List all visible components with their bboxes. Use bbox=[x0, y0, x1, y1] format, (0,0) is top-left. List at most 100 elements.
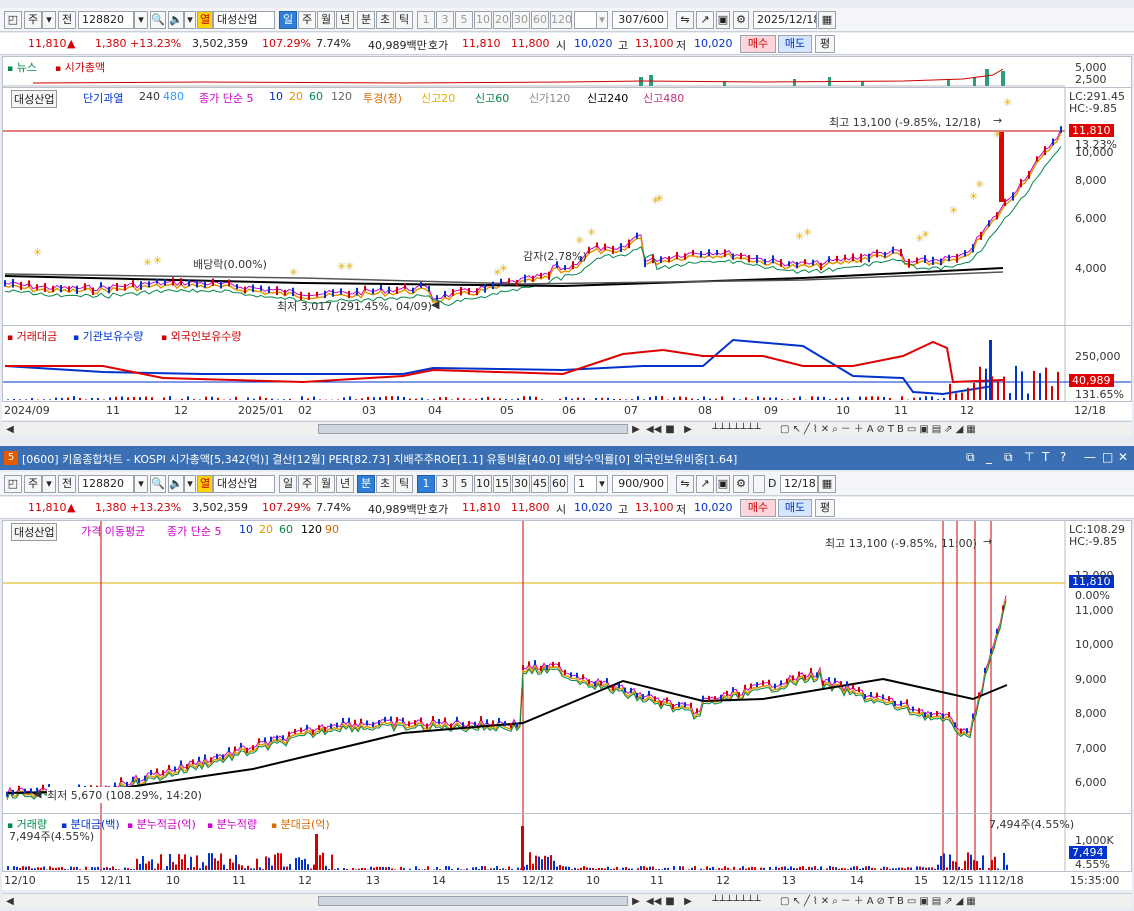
market-dropdown-icon[interactable]: ▾ bbox=[42, 475, 56, 493]
text-icon[interactable]: T bbox=[1042, 450, 1049, 464]
scroll-right-icon[interactable]: ▶ bbox=[630, 896, 642, 908]
interval-60[interactable]: 60 bbox=[550, 475, 568, 493]
period-tick[interactable]: 틱 bbox=[395, 11, 413, 29]
market-select[interactable]: 주 bbox=[24, 11, 42, 29]
chart-window-titlebar[interactable]: 5 [0600] 키움종합차트 - KOSPI 시가총액[5,342(억)] 결… bbox=[0, 446, 1134, 470]
maximize-icon[interactable]: □ bbox=[1102, 450, 1113, 464]
scroll-left-icon[interactable]: ◀ bbox=[4, 896, 16, 908]
link-icon[interactable]: ⧉ bbox=[966, 450, 975, 465]
sound-dropdown-icon[interactable]: ▾ bbox=[184, 11, 196, 29]
search-icon[interactable]: 🔍 bbox=[150, 11, 166, 29]
calendar-icon[interactable]: ▦ bbox=[818, 11, 836, 29]
compare-icon[interactable]: ⇋ bbox=[676, 475, 694, 493]
sound-dropdown-icon[interactable]: ▾ bbox=[184, 475, 196, 493]
period-day[interactable]: 일 bbox=[279, 11, 297, 29]
minimize-icon[interactable]: — bbox=[1084, 450, 1096, 464]
period-month[interactable]: 월 bbox=[317, 11, 335, 29]
rewind-icon[interactable]: ◀◀ bbox=[646, 896, 661, 908]
period-day[interactable]: 일 bbox=[279, 475, 297, 493]
scroll-right-icon[interactable]: ▶ bbox=[630, 424, 642, 436]
interval-5[interactable]: 5 bbox=[455, 475, 473, 493]
trend-icon[interactable]: ↗ bbox=[696, 475, 714, 493]
period-week[interactable]: 주 bbox=[298, 475, 316, 493]
interval-5[interactable]: 5 bbox=[455, 11, 473, 29]
drawing-tools-icon[interactable]: ▢↖╱⌇✕⌕－＋A⊘TB▭▣▤⇗◢▦ bbox=[780, 424, 1120, 436]
market-dropdown-icon[interactable]: ▾ bbox=[42, 11, 56, 29]
pin-icon[interactable]: ⊤ bbox=[1024, 450, 1034, 464]
sound-icon[interactable]: 🔈 bbox=[168, 475, 184, 493]
d-checkbox[interactable] bbox=[753, 475, 765, 493]
interval-60[interactable]: 60 bbox=[531, 11, 549, 29]
save-icon[interactable]: ▣ bbox=[716, 475, 730, 493]
stop-icon[interactable]: ■ bbox=[664, 896, 676, 908]
buy-button[interactable]: 매수 bbox=[740, 35, 776, 53]
data-count[interactable]: 307/600 bbox=[612, 11, 668, 29]
date-input[interactable]: 12/18 bbox=[780, 475, 818, 493]
period-second[interactable]: 초 bbox=[376, 475, 394, 493]
bottom-volume-chart[interactable]: ▪ 거래량 ▪ 분대금(백) ▪ 분누적금(억) ▪ 분누적량 ▪ 분대금(억)… bbox=[2, 814, 1132, 872]
period-week[interactable]: 주 bbox=[298, 11, 316, 29]
interval-3[interactable]: 3 bbox=[436, 11, 454, 29]
help-icon[interactable]: ? bbox=[1060, 450, 1066, 464]
stop-icon[interactable]: ■ bbox=[664, 424, 676, 436]
period-second[interactable]: 초 bbox=[376, 11, 394, 29]
gear-icon[interactable]: ⚙ bbox=[733, 475, 749, 493]
sell-button[interactable]: 매도 bbox=[778, 35, 812, 53]
scroll-thumb[interactable] bbox=[318, 896, 628, 906]
trend-icon[interactable]: ↗ bbox=[696, 11, 714, 29]
rewind-icon[interactable]: ◀◀ bbox=[646, 424, 661, 436]
interval-dropdown-icon[interactable]: ▾ bbox=[596, 475, 608, 493]
interval-20[interactable]: 20 bbox=[493, 11, 511, 29]
interval-10[interactable]: 10 bbox=[474, 475, 492, 493]
code-dropdown-icon[interactable]: ▾ bbox=[134, 475, 148, 493]
buy-button[interactable]: 매수 bbox=[740, 499, 776, 517]
play-icon[interactable]: ▶ bbox=[682, 424, 694, 436]
interval-dropdown-icon[interactable]: ▾ bbox=[596, 11, 608, 29]
play-icon[interactable]: ▶ bbox=[682, 896, 694, 908]
sell-button[interactable]: 매도 bbox=[778, 499, 812, 517]
top-volume-chart[interactable]: ▪ 거래대금 ▪ 기관보유수량 ▪ 외국인보유수량 250,000 40,989… bbox=[2, 326, 1132, 402]
chart-menu-icon[interactable]: ◰ bbox=[4, 475, 22, 493]
period-month[interactable]: 월 bbox=[317, 475, 335, 493]
legend-stock-name[interactable]: 대성산업 bbox=[11, 523, 58, 541]
drawing-tools-icon[interactable]: ▢↖╱⌇✕⌕－＋A⊘TB▭▣▤⇗◢▦ bbox=[780, 896, 1120, 908]
interval-120[interactable]: 120 bbox=[550, 11, 572, 29]
interval-30[interactable]: 30 bbox=[512, 475, 530, 493]
compare-icon[interactable]: ⇋ bbox=[676, 11, 694, 29]
stock-code-input[interactable]: 128820 bbox=[78, 11, 134, 29]
prev-button[interactable]: 전 bbox=[58, 11, 76, 29]
eval-button[interactable]: 평 bbox=[815, 35, 835, 53]
gear-icon[interactable]: ⚙ bbox=[733, 11, 749, 29]
stock-code-input[interactable]: 128820 bbox=[78, 475, 134, 493]
period-minute[interactable]: 분 bbox=[357, 475, 375, 493]
eval-button[interactable]: 평 bbox=[815, 499, 835, 517]
search-icon[interactable]: 🔍 bbox=[150, 475, 166, 493]
zoom-slider[interactable]: ┴┴┴┴┴┴┴ bbox=[702, 424, 772, 436]
calendar-icon[interactable]: ▦ bbox=[818, 475, 836, 493]
market-select[interactable]: 주 bbox=[24, 475, 42, 493]
bottom-price-chart[interactable]: 대성산업 가격 이동평균 종가 단순 5 10 20 60 120 90 LC:… bbox=[2, 520, 1132, 814]
prev-button[interactable]: 전 bbox=[58, 475, 76, 493]
period-minute[interactable]: 분 bbox=[357, 11, 375, 29]
close-icon[interactable]: ✕ bbox=[1118, 450, 1128, 464]
interval-1[interactable]: 1 bbox=[417, 11, 435, 29]
restore-icon[interactable]: ⧉ bbox=[1004, 450, 1013, 465]
chart-menu-icon[interactable]: ◰ bbox=[4, 11, 22, 29]
interval-3[interactable]: 3 bbox=[436, 475, 454, 493]
save-icon[interactable]: ▣ bbox=[716, 11, 730, 29]
interval-45[interactable]: 45 bbox=[531, 475, 549, 493]
period-year[interactable]: 년 bbox=[336, 11, 354, 29]
scroll-left-icon[interactable]: ◀ bbox=[4, 424, 16, 436]
bottom-scroll-bar[interactable]: ◀ ▶ ◀◀ ■ ▶ ┴┴┴┴┴┴┴ ▢↖╱⌇✕⌕－＋A⊘TB▭▣▤⇗◢▦ bbox=[2, 893, 1132, 907]
period-year[interactable]: 년 bbox=[336, 475, 354, 493]
sound-icon[interactable]: 🔈 bbox=[168, 11, 184, 29]
interval-15[interactable]: 15 bbox=[493, 475, 511, 493]
top-scroll-bar[interactable]: ◀ ▶ ◀◀ ■ ▶ ┴┴┴┴┴┴┴ ▢↖╱⌇✕⌕－＋A⊘TB▭▣▤⇗◢▦ bbox=[2, 421, 1132, 435]
minimize-tray-icon[interactable]: _ bbox=[986, 450, 992, 464]
interval-1[interactable]: 1 bbox=[417, 475, 435, 493]
top-price-chart[interactable]: ✳ ✳ ✳ ✳ ✳ ✳ ✳ ✳ ✳ ✳ ✳ ✳ ✳ ✳ ✳ ✳ ✳ ✳ ✳ ✳ ✳ 대성산업 단기과열 240 480 … bbox=[2, 88, 1132, 326]
interval-10[interactable]: 10 bbox=[474, 11, 492, 29]
data-count[interactable]: 900/900 bbox=[612, 475, 668, 493]
period-tick[interactable]: 틱 bbox=[395, 475, 413, 493]
scroll-thumb[interactable] bbox=[318, 424, 628, 434]
